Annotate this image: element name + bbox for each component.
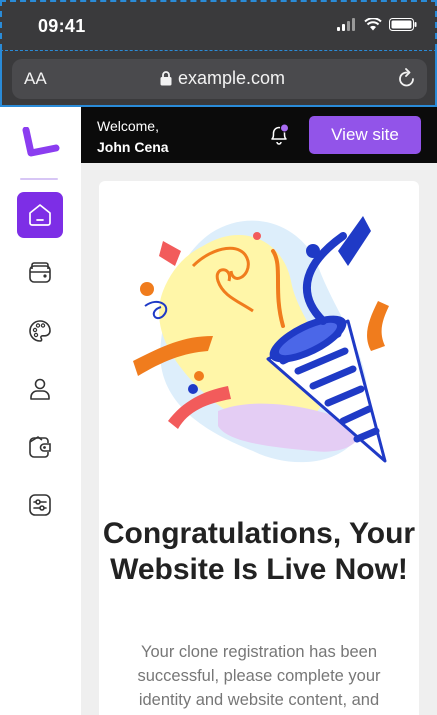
status-icons [337,18,417,31]
user-name: John Cena [97,139,169,155]
sidebar-item-home[interactable] [17,192,63,238]
sidebar-item-wallet[interactable] [17,250,63,296]
palette-icon [29,320,51,342]
url-field[interactable]: AA example.com [12,59,427,99]
reload-icon[interactable] [397,68,417,90]
battery-icon [389,18,417,31]
sliders-icon [29,494,51,516]
notification-bell-icon[interactable] [267,123,291,147]
main-content: Congratulations, Your Website Is Live No… [81,163,437,715]
sidebar [0,107,81,715]
congrats-body: Your clone registration has been success… [137,643,381,709]
text-size-button[interactable]: AA [24,69,47,89]
sidebar-item-billing[interactable] [17,424,63,470]
congrats-heading: Congratulations, Your Website Is Live No… [102,517,416,586]
text-size-label: AA [24,69,47,88]
user-icon [30,378,50,400]
view-site-button[interactable]: View site [309,116,421,154]
sidebar-item-profile[interactable] [17,366,63,412]
url-text: example.com [178,68,286,88]
wallet-coin-icon [29,436,51,458]
status-bar: 09:41 [0,0,437,50]
welcome-label: Welcome, [97,118,159,134]
lock-icon [160,71,172,86]
url-display[interactable]: example.com [160,68,285,89]
sidebar-item-settings[interactable] [17,482,63,528]
congrats-card: Congratulations, Your Website Is Live No… [99,181,419,715]
welcome-message: Welcome, John Cena [97,116,169,158]
signal-icon [337,18,355,31]
brand-logo[interactable] [22,127,60,159]
sidebar-divider [20,178,58,180]
wallet-icon [29,262,51,283]
status-time: 09:41 [38,16,86,36]
browser-address-bar: AA example.com [0,50,437,107]
wifi-icon [364,18,382,31]
home-icon [29,204,51,226]
sidebar-item-palette[interactable] [17,308,63,354]
party-popper-illustration [133,216,389,463]
top-bar: Welcome, John Cena View site [81,107,437,163]
